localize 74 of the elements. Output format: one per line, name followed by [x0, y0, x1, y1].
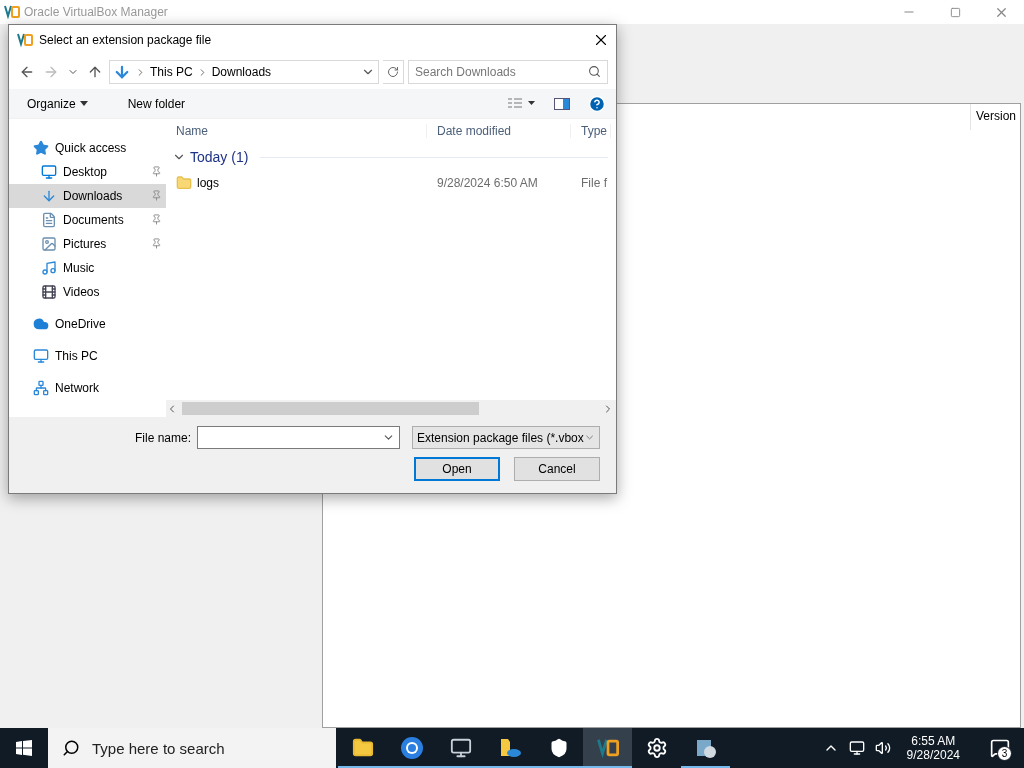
scrollbar-thumb[interactable]: [182, 402, 479, 415]
column-header[interactable]: Version: [969, 104, 1020, 130]
pin-icon[interactable]: [151, 238, 162, 249]
organize-button[interactable]: Organize: [19, 91, 96, 116]
download-icon: [113, 63, 131, 81]
column-header[interactable]: Date modified: [427, 124, 571, 138]
windows-logo-icon: [16, 740, 32, 756]
desktop-icon: [41, 164, 57, 180]
document-icon: [41, 212, 57, 228]
nav-item[interactable]: Documents: [9, 208, 166, 232]
refresh-icon: [386, 66, 399, 78]
help-button[interactable]: [588, 94, 606, 113]
file-name-field[interactable]: [197, 426, 400, 449]
dialog-button[interactable]: Open: [414, 457, 500, 481]
column-header[interactable]: Name: [166, 124, 427, 138]
address-bar[interactable]: This PC Downloads: [109, 60, 379, 84]
message-icon: [990, 738, 1010, 758]
taskbar-search-field[interactable]: Type here to search: [48, 728, 336, 768]
cloud-icon: [33, 316, 49, 332]
network-icon[interactable]: [848, 740, 865, 756]
music-note-icon: [41, 260, 57, 276]
nav-item[interactable]: This PC: [9, 344, 166, 368]
preview-pane-button[interactable]: [554, 97, 570, 110]
file-name-label: File name:: [134, 430, 191, 445]
dialog-title: Select an extension package file: [39, 33, 212, 47]
refresh-button[interactable]: [382, 60, 404, 84]
settings-icon: [645, 737, 668, 759]
column-header[interactable]: Type: [571, 124, 611, 138]
folder-icon: [176, 175, 192, 191]
nav-item[interactable]: Desktop: [9, 160, 166, 184]
search-icon: [62, 739, 80, 757]
nav-item[interactable]: Videos: [9, 280, 166, 304]
nav-item[interactable]: Pictures: [9, 232, 166, 256]
breadcrumb-item[interactable]: Downloads: [211, 65, 272, 79]
browser-icon: [399, 736, 424, 760]
caret-icon: [79, 101, 88, 106]
maximize-icon: [949, 6, 961, 18]
app-logo-icon: [17, 32, 33, 48]
pin-icon[interactable]: [151, 166, 162, 177]
picture-icon: [41, 236, 57, 252]
folder-icon: [351, 737, 374, 759]
star-icon: [33, 140, 49, 156]
nav-item[interactable]: Music: [9, 256, 166, 280]
dialog-button[interactable]: Cancel: [514, 457, 600, 481]
network-icon: [33, 380, 49, 396]
notifications-button[interactable]: 3: [976, 728, 1024, 768]
nav-item[interactable]: Quick access: [9, 136, 166, 160]
search-icon: [588, 65, 601, 78]
notification-count: 3: [997, 746, 1012, 761]
volume-icon[interactable]: [874, 740, 891, 756]
window-title: Oracle VirtualBox Manager: [24, 5, 168, 19]
nav-item[interactable]: Network: [9, 376, 166, 400]
clock[interactable]: 6:55 AM 9/28/2024: [900, 734, 966, 762]
computer-icon: [33, 348, 49, 364]
pin-icon[interactable]: [151, 214, 162, 225]
app-logo-icon: [596, 737, 619, 759]
horizontal-scrollbar[interactable]: [166, 400, 616, 417]
search-field[interactable]: Search Downloads: [408, 60, 608, 84]
group-header[interactable]: Today (1): [190, 149, 249, 165]
file-row[interactable]: logs 9/28/2024 6:50 AM File f: [166, 171, 616, 195]
forward-arrow-icon: [43, 64, 59, 80]
nav-item[interactable]: OneDrive: [9, 312, 166, 336]
file-type: File f: [581, 176, 607, 190]
toolbar-button[interactable]: New folder: [119, 91, 194, 116]
film-icon: [41, 284, 57, 300]
breadcrumb-item[interactable]: This PC: [150, 65, 193, 79]
monitor-icon: [449, 737, 472, 759]
file-type-dropdown[interactable]: Extension package files (*.vbox: [412, 426, 600, 449]
download-icon: [41, 188, 57, 204]
nav-item[interactable]: Downloads: [9, 184, 166, 208]
file-name[interactable]: logs: [197, 176, 219, 190]
file-date: 9/28/2024 6:50 AM: [437, 176, 538, 190]
app-logo-icon: [4, 4, 20, 20]
view-options-button[interactable]: [508, 97, 536, 110]
